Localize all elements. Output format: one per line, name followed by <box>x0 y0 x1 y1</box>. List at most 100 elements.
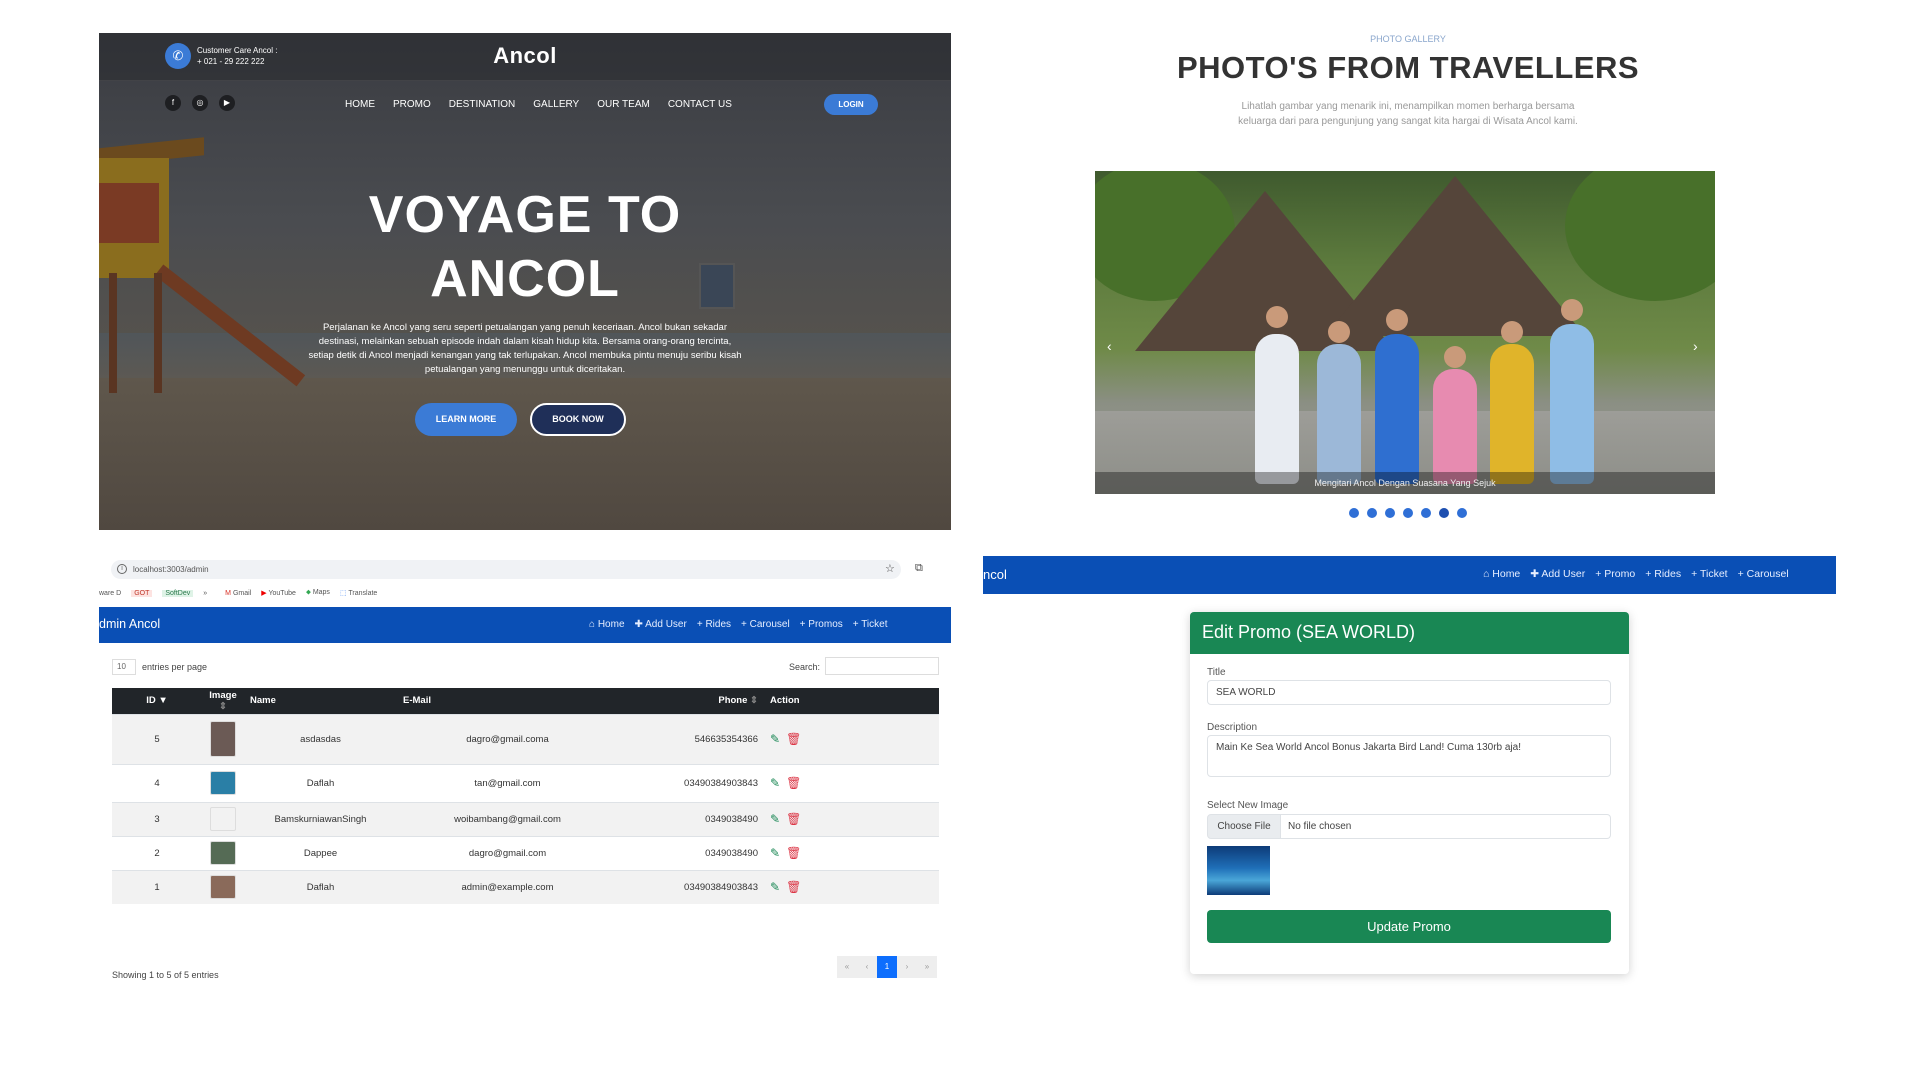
nav-gallery[interactable]: GALLERY <box>533 99 579 110</box>
edit-icon[interactable]: ✎ <box>770 880 780 894</box>
page-prev[interactable]: ‹ <box>857 956 877 978</box>
choose-file-button[interactable]: Choose File <box>1207 814 1281 839</box>
cell-email: tan@gmail.com <box>397 763 618 802</box>
admin-nav-home[interactable]: ⌂ Home <box>1483 568 1520 580</box>
edit-promo-panel: ncol ⌂ Home ✚ Add User + Promo + Rides +… <box>983 556 1836 1056</box>
edit-icon[interactable]: ✎ <box>770 812 780 826</box>
col-email[interactable]: E-Mail <box>397 688 618 714</box>
carousel-dot-6[interactable] <box>1439 508 1449 518</box>
admin-nav-add-user[interactable]: ✚ Add User <box>1530 568 1585 580</box>
trash-icon[interactable]: 🗑 <box>786 880 801 894</box>
admin-users-panel: localhost:3003/admin i ☆ ⧉ ware D GOT So… <box>99 556 951 1006</box>
nav-contact-us[interactable]: CONTACT US <box>668 99 732 110</box>
bookmark-youtube-label: YouTube <box>268 590 296 597</box>
page-last[interactable]: » <box>917 956 937 978</box>
bookmark-item[interactable]: ware D <box>99 590 121 597</box>
edit-icon[interactable]: ✎ <box>770 732 780 746</box>
cell-image <box>202 801 244 836</box>
bookmark-gmail[interactable]: M Gmail <box>225 590 251 597</box>
bookmark-translate[interactable]: ⬚ Translate <box>340 589 377 597</box>
update-promo-button[interactable]: Update Promo <box>1207 910 1611 943</box>
youtube-icon[interactable]: ▶ <box>219 95 235 111</box>
cell-name: Daflah <box>244 763 397 802</box>
page-first[interactable]: « <box>837 956 857 978</box>
cell-name: Dappee <box>244 835 397 870</box>
bookmark-overflow[interactable]: » <box>203 590 207 597</box>
login-button[interactable]: LOGIN <box>824 94 878 115</box>
admin-nav-carousel[interactable]: + Carousel <box>741 619 790 630</box>
cell-image <box>202 713 244 764</box>
admin-nav-rides[interactable]: + Rides <box>697 619 731 630</box>
edit-icon[interactable]: ✎ <box>770 846 780 860</box>
nav-our-team[interactable]: OUR TEAM <box>597 99 650 110</box>
admin-nav-ticket[interactable]: + Ticket <box>853 619 888 630</box>
carousel-dot-7[interactable] <box>1457 508 1467 518</box>
admin-nav-ticket[interactable]: + Ticket <box>1691 568 1727 580</box>
carousel-next-icon[interactable]: › <box>1693 338 1698 354</box>
bookmark-youtube[interactable]: ▶ YouTube <box>261 589 296 597</box>
nav-home[interactable]: HOME <box>345 99 375 110</box>
col-name[interactable]: Name <box>244 688 397 714</box>
extensions-icon[interactable]: ⧉ <box>915 562 923 575</box>
nav-destination[interactable]: DESTINATION <box>449 99 515 110</box>
search-input[interactable] <box>825 657 939 675</box>
admin-nav-rides[interactable]: + Rides <box>1645 568 1681 580</box>
plus-icon: + <box>1691 568 1700 580</box>
users-table-body: 5 asdasdas dagro@gmail.coma 546635354366 ✎ 🗑 4… <box>112 713 939 904</box>
add-user-icon: ✚ <box>634 619 646 630</box>
admin-nav-add-user[interactable]: ✚ Add User <box>635 619 687 630</box>
instagram-icon[interactable]: ◎ <box>192 95 208 111</box>
learn-more-button[interactable]: LEARN MORE <box>415 403 517 436</box>
edit-icon[interactable]: ✎ <box>770 776 780 790</box>
bookmark-star-icon[interactable]: ☆ <box>885 562 895 575</box>
gallery-carousel-photo: ‹ › Mengitari Ancol Dengan Suasana Yang … <box>1095 171 1715 494</box>
carousel-dot-1[interactable] <box>1349 508 1359 518</box>
carousel-prev-icon[interactable]: ‹ <box>1107 338 1112 354</box>
facebook-icon[interactable]: f <box>165 95 181 111</box>
page-next[interactable]: › <box>897 956 917 978</box>
admin-nav-carousel[interactable]: + Carousel <box>1738 568 1789 580</box>
carousel-dot-5[interactable] <box>1421 508 1431 518</box>
col-id[interactable]: ID ▼ <box>112 688 202 714</box>
admin-brand[interactable]: ncol <box>983 567 1007 582</box>
col-phone[interactable]: Phone ⇕ <box>618 688 764 714</box>
person-head <box>1501 321 1523 343</box>
col-image[interactable]: Image ⇕ <box>202 688 244 714</box>
nav-promo[interactable]: PROMO <box>393 99 431 110</box>
cell-phone: 03490384903843 <box>618 869 764 904</box>
admin-nav-promo[interactable]: + Promo <box>1595 568 1635 580</box>
cell-phone: 546635354366 <box>618 713 764 764</box>
person-head <box>1561 299 1583 321</box>
carousel-dot-3[interactable] <box>1385 508 1395 518</box>
bookmark-item[interactable]: GOT <box>131 589 153 597</box>
person-head <box>1386 309 1408 331</box>
admin-nav-promos[interactable]: + Promos <box>800 619 843 630</box>
site-logo[interactable]: Ancol <box>99 43 951 69</box>
carousel-caption: Mengitari Ancol Dengan Suasana Yang Seju… <box>1095 472 1715 494</box>
address-bar[interactable]: localhost:3003/admin <box>111 560 901 579</box>
plus-icon: + <box>1737 568 1747 580</box>
book-now-button[interactable]: BOOK NOW <box>530 403 626 436</box>
carousel-dot-2[interactable] <box>1367 508 1377 518</box>
col-phone-label: Phone <box>718 695 748 707</box>
description-textarea[interactable]: Main Ke Sea World Ancol Bonus Jakarta Bi… <box>1207 735 1611 777</box>
trash-icon[interactable]: 🗑 <box>786 812 801 826</box>
user-avatar <box>210 807 236 831</box>
entries-per-page-label: entries per page <box>142 662 208 672</box>
page-1[interactable]: 1 <box>877 956 897 978</box>
bookmark-maps[interactable]: ⬥ Maps <box>306 589 330 597</box>
table-info: Showing 1 to 5 of 5 entries <box>112 970 219 980</box>
col-action[interactable]: Action <box>764 688 939 714</box>
admin-nav-home-label: Home <box>597 619 625 630</box>
trash-icon[interactable]: 🗑 <box>786 846 801 860</box>
carousel-dot-4[interactable] <box>1403 508 1413 518</box>
title-input[interactable]: SEA WORLD <box>1207 680 1611 705</box>
trash-icon[interactable]: 🗑 <box>786 732 801 746</box>
site-info-icon[interactable]: i <box>117 564 127 574</box>
trash-icon[interactable]: 🗑 <box>786 776 801 790</box>
cell-action: ✎ 🗑 <box>764 713 939 764</box>
bookmark-item[interactable]: SoftDev <box>162 589 194 597</box>
entries-per-page-select[interactable]: 10 <box>112 659 136 675</box>
admin-nav-home[interactable]: ⌂ Home <box>589 619 625 630</box>
admin-brand[interactable]: dmin Ancol <box>99 617 160 631</box>
